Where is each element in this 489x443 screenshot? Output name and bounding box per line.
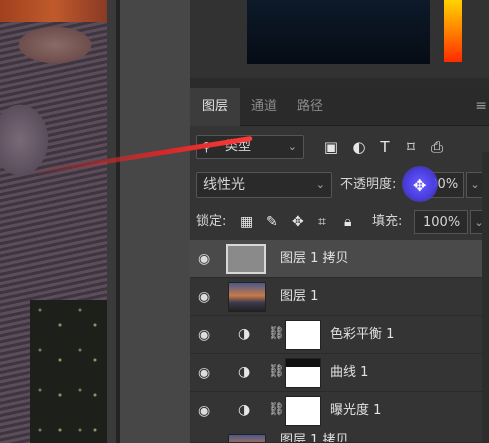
fill-input[interactable]: 100% (414, 210, 468, 234)
lock-label: 锁定: (196, 214, 227, 229)
lock-row: 锁定: ▦ ✎ ✥ ⌗ 🔒︎ 填充: 100% ⌄ (196, 210, 488, 234)
canvas-panel-divider (107, 0, 120, 443)
lock-all-icon[interactable]: 🔒︎ (344, 210, 351, 234)
document-canvas[interactable] (0, 0, 107, 443)
layer-mask-thumbnail[interactable] (285, 358, 321, 388)
blend-mode-select[interactable]: 线性光 ⌄ (196, 172, 332, 198)
pixel-layer-icon[interactable]: ▣ (322, 138, 340, 156)
layer-mask-thumbnail[interactable] (285, 396, 321, 426)
color-picker-field[interactable] (247, 0, 430, 64)
layer-name: 曲线 1 (330, 365, 369, 380)
blend-mode-value: 线性光 (203, 177, 245, 193)
eye-icon[interactable]: ◉ (198, 403, 210, 419)
chain-link-icon[interactable]: ⛓ (268, 326, 285, 341)
layer-thumbnail (226, 244, 266, 274)
layer-name: 图层 1 拷贝 (280, 251, 349, 266)
chevron-down-icon: ⌄ (287, 140, 297, 153)
lock-artboard-icon[interactable]: ⌗ (318, 210, 326, 234)
layer-mask-thumbnail[interactable] (285, 320, 321, 350)
shape-layer-icon[interactable]: ⌑ (402, 138, 420, 156)
layer-thumbnail (228, 434, 266, 442)
opacity-label: 不透明度: (340, 177, 397, 192)
lock-position-icon[interactable]: ✥ (292, 210, 304, 234)
hue-slider[interactable] (444, 0, 462, 62)
layer-row[interactable]: ◉ ◑ ⛓ 曝光度 1 (190, 392, 489, 430)
smart-object-icon[interactable]: ⎙ (428, 138, 446, 156)
panel-menu-icon[interactable]: ≡ (475, 98, 487, 114)
layer-name: 图层 1 (280, 289, 319, 304)
tab-layers[interactable]: 图层 (190, 88, 240, 126)
chain-link-icon[interactable]: ⛓ (268, 364, 285, 379)
panel-gap (120, 0, 190, 443)
layer-name: 曝光度 1 (330, 403, 382, 418)
type-layer-icon[interactable]: T (376, 138, 394, 156)
lock-brush-icon[interactable]: ✎ (266, 210, 278, 234)
layer-row[interactable]: ◉ 图层 1 拷贝 (190, 240, 489, 278)
panel-scrollbar[interactable] (482, 152, 489, 443)
layer-name: 色彩平衡 1 (330, 327, 395, 342)
layer-row[interactable]: 图层 1 拷贝 (190, 428, 489, 443)
layer-row[interactable]: ◉ ◑ ⛓ 曲线 1 (190, 354, 489, 392)
eye-icon[interactable]: ◉ (198, 251, 210, 267)
chevron-down-icon: ⌄ (315, 178, 325, 191)
lock-pixels-icon[interactable]: ▦ (240, 210, 253, 234)
chain-link-icon[interactable]: ⛓ (268, 402, 285, 417)
layer-row[interactable]: ◉ ◑ ⛓ 色彩平衡 1 (190, 316, 489, 354)
adjustment-icon: ◑ (238, 364, 251, 380)
layer-name: 图层 1 拷贝 (280, 433, 349, 443)
panel-tabs: 图层 通道 路径 ≡ (190, 88, 489, 126)
eye-icon[interactable]: ◉ (198, 365, 210, 381)
layer-row[interactable]: ◉ 图层 1 (190, 278, 489, 316)
adjustment-icon: ◑ (238, 326, 251, 342)
adjustment-icon: ◑ (238, 402, 251, 418)
tab-paths[interactable]: 路径 (288, 88, 332, 126)
fill-label: 填充: (372, 214, 403, 229)
move-cursor-icon: ✥ (413, 176, 427, 195)
adjustment-layer-icon[interactable]: ◐ (350, 138, 368, 156)
eye-icon[interactable]: ◉ (198, 289, 210, 305)
layer-list: ◉ 图层 1 拷贝 ◉ 图层 1 ◉ ◑ ⛓ 色彩平衡 1 ◉ ◑ ⛓ 曲线 1… (190, 240, 489, 443)
eye-icon[interactable]: ◉ (198, 327, 210, 343)
layer-thumbnail (228, 282, 266, 312)
tab-channels[interactable]: 通道 (242, 88, 286, 126)
